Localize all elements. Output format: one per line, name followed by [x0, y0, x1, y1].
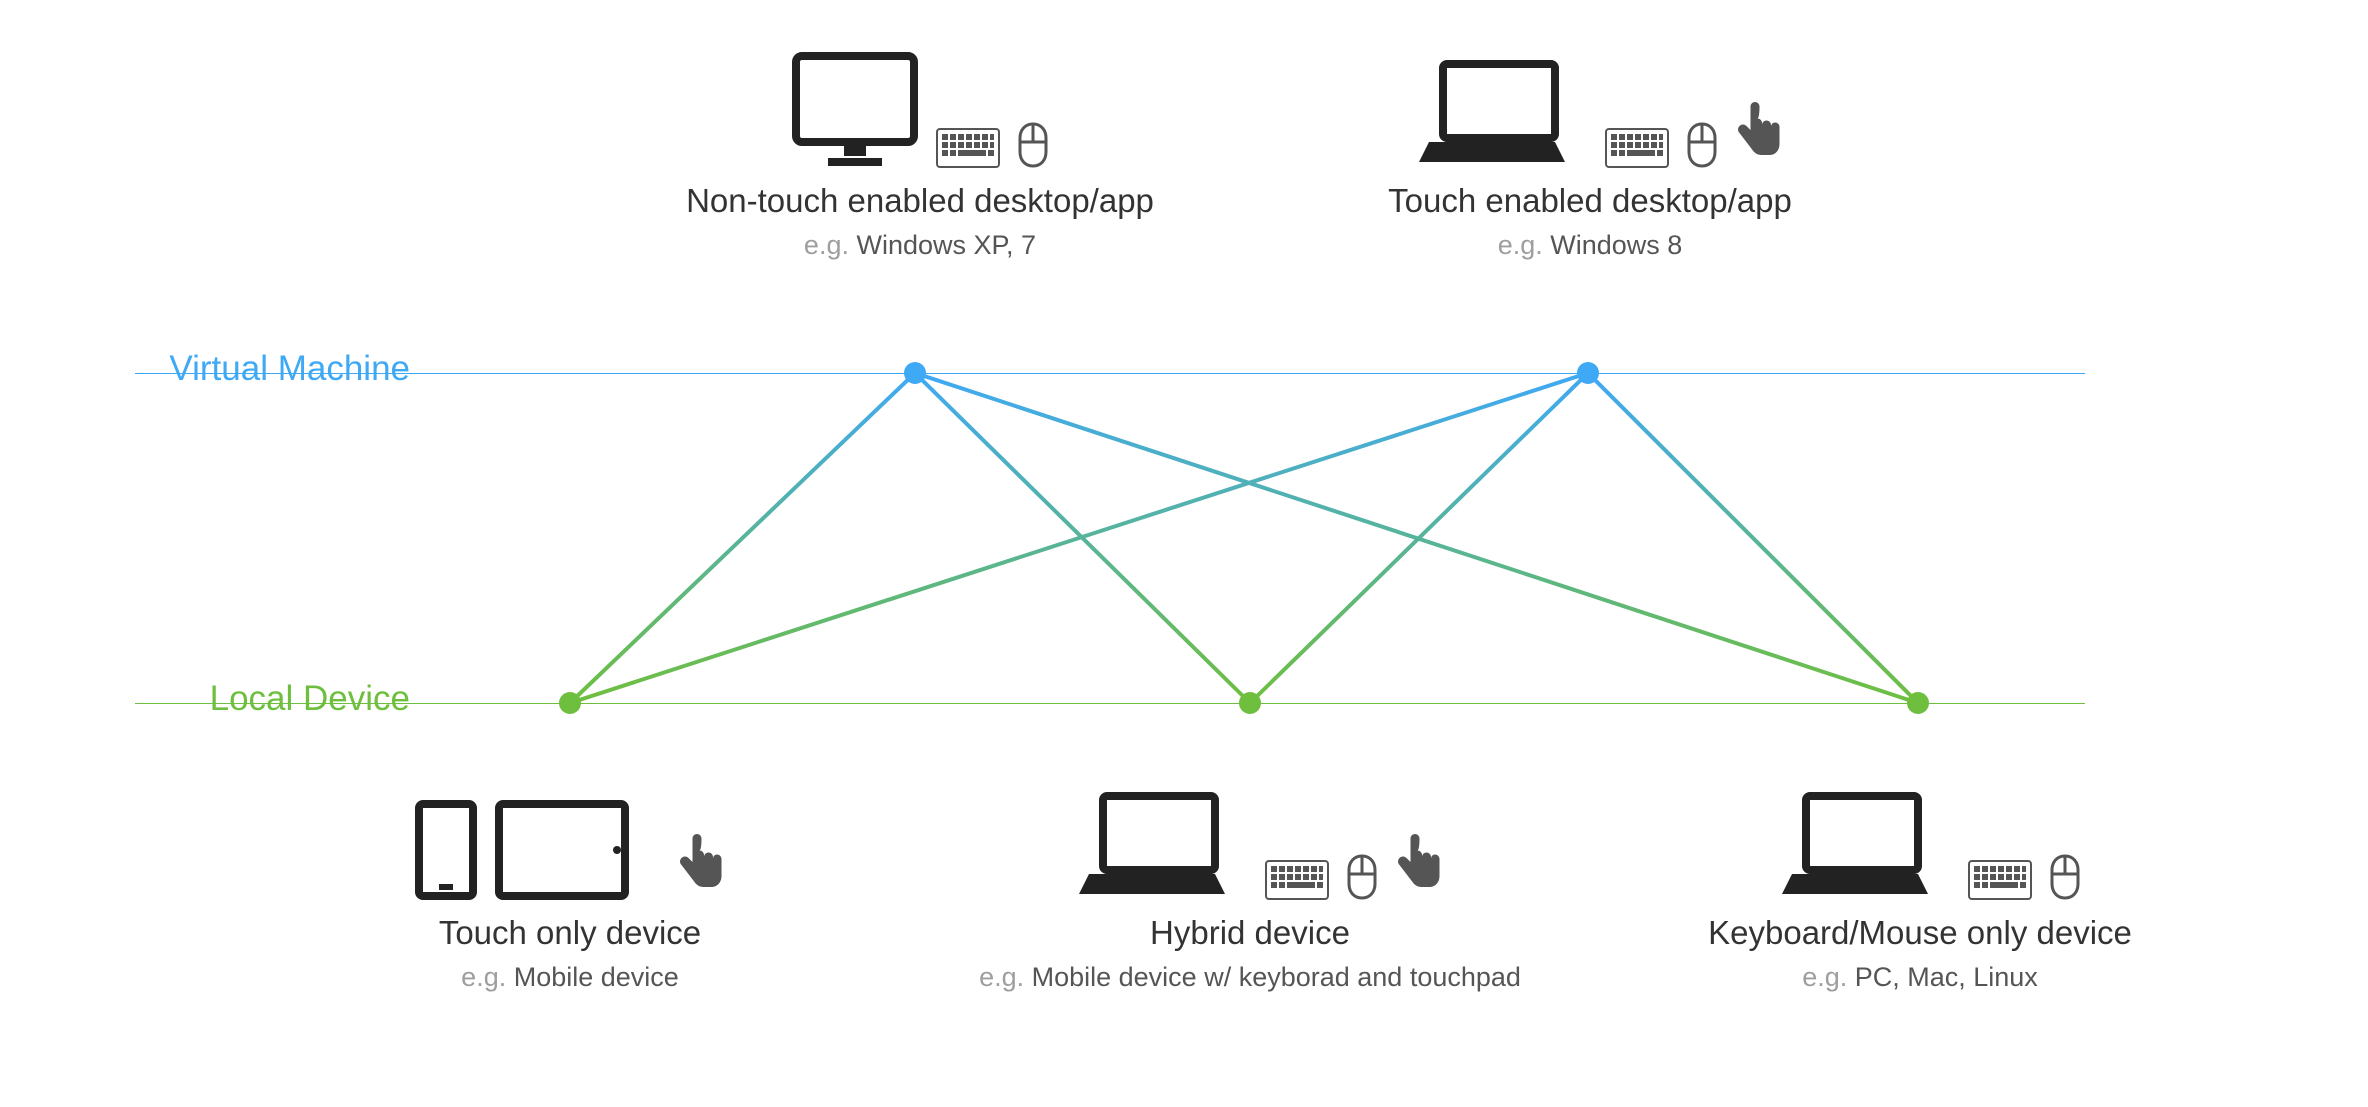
laptop-icon [1760, 790, 1950, 900]
mouse-icon [1347, 854, 1377, 900]
link-touch-to-touchonly [570, 373, 1588, 703]
mouse-icon [2050, 854, 2080, 900]
node-vm-nontouch-title: Non-touch enabled desktop/app [640, 182, 1200, 220]
node-ld-kmonly-title: Keyboard/Mouse only device [1640, 914, 2200, 952]
tablet-icon [495, 800, 629, 900]
node-ld-hybrid: Hybrid device e.g. Mobile device w/ keyb… [920, 780, 1580, 993]
node-dot-vm-touch [1577, 362, 1599, 384]
node-ld-hybrid-example: e.g. Mobile device w/ keyborad and touch… [920, 962, 1580, 993]
node-vm-touch-title: Touch enabled desktop/app [1310, 182, 1870, 220]
keyboard-icon [1265, 860, 1329, 900]
mouse-icon [1687, 122, 1717, 168]
node-ld-kmonly: Keyboard/Mouse only device e.g. PC, Mac,… [1640, 780, 2200, 993]
link-nontouch-to-kmonly [915, 373, 1918, 703]
link-nontouch-to-hybrid [915, 373, 1250, 703]
node-dot-ld-hybrid [1239, 692, 1261, 714]
touch-hand-icon [1395, 828, 1443, 900]
laptop-icon [1057, 790, 1247, 900]
node-ld-touchonly-icons [290, 780, 850, 900]
node-dot-ld-kmonly [1907, 692, 1929, 714]
node-ld-hybrid-icons [920, 780, 1580, 900]
node-dot-ld-touchonly [559, 692, 581, 714]
virtual-machine-line [135, 373, 2085, 374]
virtual-machine-label: Virtual Machine [0, 349, 410, 389]
mouse-icon [1018, 122, 1048, 168]
monitor-icon [792, 52, 918, 168]
local-device-label: Local Device [0, 679, 410, 719]
link-nontouch-to-touchonly [570, 373, 915, 703]
node-vm-nontouch-example: e.g. Windows XP, 7 [640, 230, 1200, 261]
node-ld-touchonly: Touch only device e.g. Mobile device [290, 780, 850, 993]
touch-hand-icon [677, 828, 725, 900]
node-vm-touch-example: e.g. Windows 8 [1310, 230, 1870, 261]
link-touch-to-kmonly [1588, 373, 1918, 703]
node-vm-touch: Touch enabled desktop/app e.g. Windows 8 [1310, 48, 1870, 261]
node-ld-hybrid-title: Hybrid device [920, 914, 1580, 952]
keyboard-icon [1605, 128, 1669, 168]
node-ld-touchonly-example: e.g. Mobile device [290, 962, 850, 993]
keyboard-icon [936, 128, 1000, 168]
link-touch-to-hybrid [1250, 373, 1588, 703]
node-dot-vm-nontouch [904, 362, 926, 384]
phone-icon [415, 800, 477, 900]
node-ld-touchonly-title: Touch only device [290, 914, 850, 952]
node-ld-kmonly-example: e.g. PC, Mac, Linux [1640, 962, 2200, 993]
node-vm-touch-icons [1310, 48, 1870, 168]
vm-local-device-diagram: Virtual Machine Local Device [0, 0, 2368, 1107]
node-vm-nontouch: Non-touch enabled desktop/app e.g. Windo… [640, 48, 1200, 261]
laptop-icon [1397, 58, 1587, 168]
node-vm-nontouch-icons [640, 48, 1200, 168]
keyboard-icon [1968, 860, 2032, 900]
node-ld-kmonly-icons [1640, 780, 2200, 900]
touch-hand-icon [1735, 96, 1783, 168]
local-device-line [135, 703, 2085, 704]
